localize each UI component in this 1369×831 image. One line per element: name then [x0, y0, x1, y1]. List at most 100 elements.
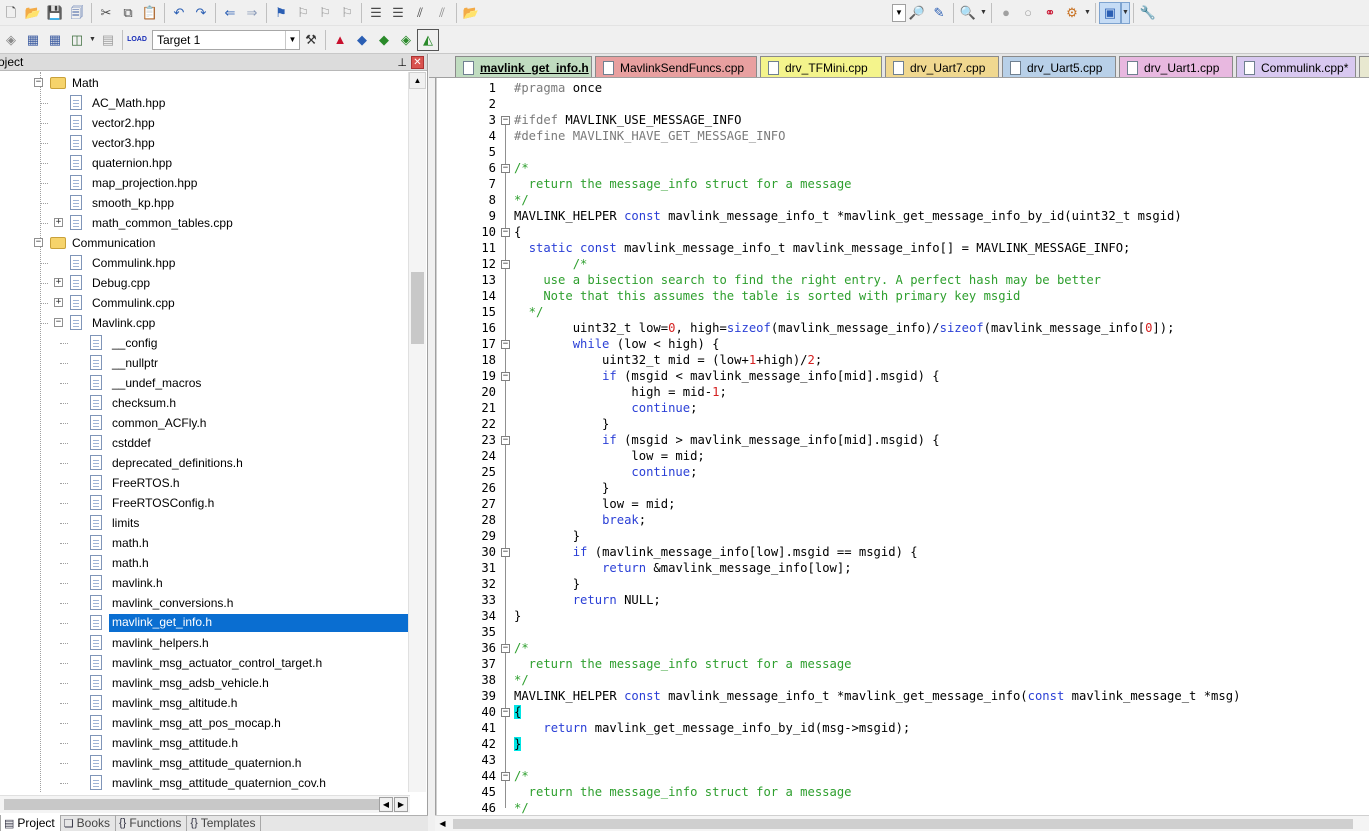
- tree-item[interactable]: + math_common_tables.cpp: [0, 213, 408, 233]
- fold-toggle-icon[interactable]: −: [501, 340, 510, 349]
- copy-icon[interactable]: ⧉: [117, 2, 139, 24]
- tab-templates[interactable]: {} Templates: [187, 815, 262, 831]
- code-line[interactable]: 3− #ifdef MAVLINK_USE_MESSAGE_INFO: [436, 112, 1369, 128]
- pin-icon[interactable]: ⊥: [397, 56, 407, 69]
- tree-folder[interactable]: − Communication: [0, 233, 408, 253]
- tree-item[interactable]: mavlink_msg_actuator_control_target.h: [0, 653, 408, 673]
- tree-item[interactable]: math.h: [0, 533, 408, 553]
- tree-item[interactable]: vector2.hpp: [0, 113, 408, 133]
- code-line[interactable]: 29 }: [436, 528, 1369, 544]
- manage-components-icon[interactable]: ▲: [329, 29, 351, 51]
- batch-build-icon[interactable]: ◫: [66, 29, 88, 51]
- code-line[interactable]: 41 return mavlink_get_message_info_by_id…: [436, 720, 1369, 736]
- clear-bookmarks-icon[interactable]: ⚐: [336, 2, 358, 24]
- editor-tab[interactable]: drv_Uart7.cpp: [885, 56, 999, 77]
- dropdown-arrow-icon[interactable]: ▼: [979, 2, 988, 24]
- incremental-find-icon[interactable]: ✎: [928, 2, 950, 24]
- kill-breakpoints-icon[interactable]: ⚭: [1039, 2, 1061, 24]
- tree-item[interactable]: mavlink_msg_attitude_quaternion_cov.h: [0, 773, 408, 792]
- uncomment-icon[interactable]: ⫽: [431, 2, 453, 24]
- nav-forward-icon[interactable]: ⇒: [241, 2, 263, 24]
- undo-icon[interactable]: ↶: [168, 2, 190, 24]
- code-line[interactable]: 25 continue;: [436, 464, 1369, 480]
- debug-session-icon[interactable]: 🔍: [957, 2, 979, 24]
- comment-icon[interactable]: ⫽: [409, 2, 431, 24]
- code-line[interactable]: 37 return the message_info struct for a …: [436, 656, 1369, 672]
- editor-tab[interactable]: drv_Uart1.cpp: [1119, 56, 1233, 77]
- code-line[interactable]: 1 #pragma once: [436, 80, 1369, 96]
- code-line[interactable]: 43: [436, 752, 1369, 768]
- dropdown-arrow-icon[interactable]: ▼: [1083, 2, 1092, 24]
- code-line[interactable]: 6−/*: [436, 160, 1369, 176]
- project-tree-vertical-scrollbar[interactable]: ▲: [408, 72, 426, 792]
- code-line[interactable]: 30− if (mavlink_message_info[low].msgid …: [436, 544, 1369, 560]
- code-line[interactable]: 21 continue;: [436, 400, 1369, 416]
- run-time-env-icon[interactable]: ◈: [395, 29, 417, 51]
- editor-tab-overflow[interactable]: [1359, 56, 1369, 77]
- expand-icon[interactable]: +: [54, 218, 63, 227]
- code-line[interactable]: 5: [436, 144, 1369, 160]
- code-line[interactable]: 26 }: [436, 480, 1369, 496]
- code-line[interactable]: 8 */: [436, 192, 1369, 208]
- file-extensions-icon[interactable]: ◆: [351, 29, 373, 51]
- tree-item[interactable]: math.h: [0, 553, 408, 573]
- tree-item[interactable]: quaternion.hpp: [0, 153, 408, 173]
- scrollbar-thumb[interactable]: [4, 799, 387, 810]
- code-line[interactable]: 31 return &mavlink_message_info[low];: [436, 560, 1369, 576]
- code-line[interactable]: 46 */: [436, 800, 1369, 815]
- code-line[interactable]: 14 Note that this assumes the table is s…: [436, 288, 1369, 304]
- build-icon[interactable]: ▦: [22, 29, 44, 51]
- fold-toggle-icon[interactable]: −: [501, 436, 510, 445]
- scroll-left-icon[interactable]: ◀: [435, 816, 450, 831]
- project-tree-horizontal-scrollbar[interactable]: ◀ ▶: [0, 795, 410, 813]
- code-line[interactable]: 34}: [436, 608, 1369, 624]
- scrollbar-thumb[interactable]: [453, 819, 1353, 829]
- tab-functions[interactable]: {} Functions: [116, 815, 188, 831]
- rebuild-icon[interactable]: ▦: [44, 29, 66, 51]
- disable-breakpoint-icon[interactable]: ○: [1017, 2, 1039, 24]
- tree-item[interactable]: limits: [0, 513, 408, 533]
- nav-back-icon[interactable]: ⇐: [219, 2, 241, 24]
- tree-item[interactable]: __config: [0, 333, 408, 353]
- fold-toggle-icon[interactable]: −: [501, 228, 510, 237]
- find-combo-dropdown-icon[interactable]: ▼: [892, 3, 906, 22]
- tree-item[interactable]: + Debug.cpp: [0, 273, 408, 293]
- stop-build-icon[interactable]: ▤: [97, 29, 119, 51]
- code-line[interactable]: 42}: [436, 736, 1369, 752]
- code-line[interactable]: 24 low = mid;: [436, 448, 1369, 464]
- scrollbar-thumb[interactable]: [411, 272, 424, 344]
- tree-item[interactable]: FreeRTOSConfig.h: [0, 493, 408, 513]
- target-select[interactable]: Target 1 ▼: [152, 29, 300, 50]
- tab-project[interactable]: ▤ Project: [0, 815, 61, 831]
- code-line[interactable]: 10−{: [436, 224, 1369, 240]
- fold-toggle-icon[interactable]: −: [501, 708, 510, 717]
- expand-icon[interactable]: +: [54, 298, 63, 307]
- code-line[interactable]: 39 MAVLINK_HELPER const mavlink_message_i…: [436, 688, 1369, 704]
- tree-item[interactable]: mavlink_msg_altitude.h: [0, 693, 408, 713]
- new-file-icon[interactable]: 🗋: [0, 2, 22, 24]
- unindent-icon[interactable]: ☰: [387, 2, 409, 24]
- tree-item[interactable]: AC_Math.hpp: [0, 93, 408, 113]
- close-icon[interactable]: ✕: [411, 55, 424, 69]
- translate-icon[interactable]: ◈: [0, 29, 22, 51]
- fold-toggle-icon[interactable]: −: [501, 772, 510, 781]
- code-line[interactable]: 12− /*: [436, 256, 1369, 272]
- scroll-up-icon[interactable]: ▲: [409, 72, 426, 89]
- code-line[interactable]: 7 return the message_info struct for a m…: [436, 176, 1369, 192]
- code-line[interactable]: 4 #define MAVLINK_HAVE_GET_MESSAGE_INFO: [436, 128, 1369, 144]
- bookmark-icon[interactable]: ⚑: [270, 2, 292, 24]
- code-line[interactable]: 19− if (msgid < mavlink_message_info[mid…: [436, 368, 1369, 384]
- code-line[interactable]: 32 }: [436, 576, 1369, 592]
- scroll-right-icon[interactable]: ▶: [394, 797, 408, 812]
- editor-horizontal-scrollbar[interactable]: ◀: [435, 815, 1369, 831]
- tree-item[interactable]: cstddef: [0, 433, 408, 453]
- code-line[interactable]: 28 break;: [436, 512, 1369, 528]
- code-line[interactable]: 33 return NULL;: [436, 592, 1369, 608]
- tree-item[interactable]: vector3.hpp: [0, 133, 408, 153]
- code-line[interactable]: 22 }: [436, 416, 1369, 432]
- paste-icon[interactable]: 📋: [139, 2, 161, 24]
- code-line[interactable]: 2: [436, 96, 1369, 112]
- fold-toggle-icon[interactable]: −: [501, 164, 510, 173]
- prev-bookmark-icon[interactable]: ⚐: [292, 2, 314, 24]
- tree-item[interactable]: mavlink_helpers.h: [0, 633, 408, 653]
